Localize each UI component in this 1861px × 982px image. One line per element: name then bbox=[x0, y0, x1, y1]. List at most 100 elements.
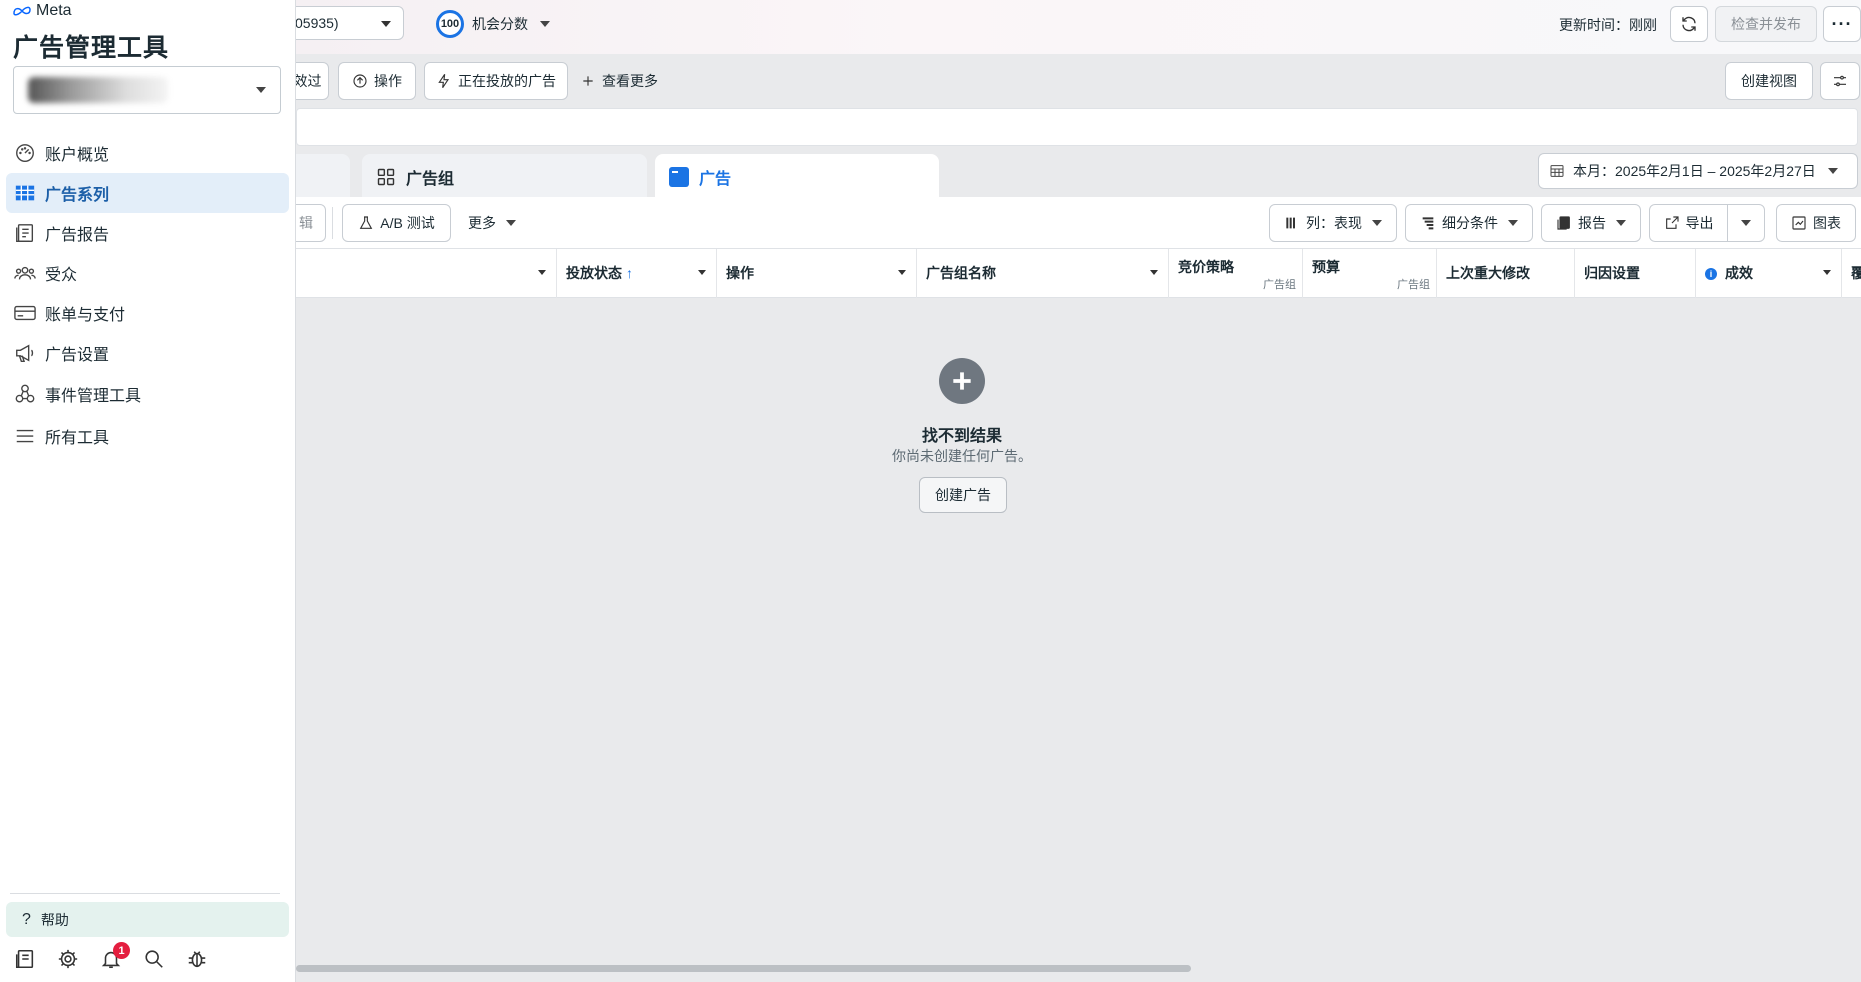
reports-button[interactable]: 报告 bbox=[1541, 204, 1641, 242]
sidebar-item-campaigns[interactable]: 广告系列 bbox=[6, 173, 289, 213]
filter-chip-label: 效过 bbox=[296, 73, 322, 89]
chevron-down-icon bbox=[381, 21, 391, 27]
notifications-bell-icon[interactable]: 1 bbox=[98, 942, 130, 972]
horizontal-scrollbar[interactable] bbox=[296, 965, 1191, 972]
sidebar-item-label: 账户概览 bbox=[45, 147, 110, 164]
see-more-label: 查看更多 bbox=[602, 73, 658, 89]
column-header-results[interactable]: i 成效 bbox=[1696, 249, 1842, 298]
update-time: 更新时间：刚刚 bbox=[1559, 17, 1657, 33]
settings-gear-icon[interactable] bbox=[55, 946, 81, 972]
report-icon bbox=[13, 221, 37, 245]
meta-logo[interactable]: Meta bbox=[12, 2, 72, 20]
column-header-attribution-setting[interactable]: 归因设置 bbox=[1575, 249, 1696, 298]
info-icon[interactable]: i bbox=[1705, 268, 1717, 280]
column-header-last-significant-edit[interactable]: 上次重大修改 bbox=[1437, 249, 1575, 298]
tab-label: 广告组 bbox=[406, 170, 455, 188]
ads-reporting-icon[interactable] bbox=[12, 946, 38, 972]
sidebar-item-all-tools[interactable]: 所有工具 bbox=[6, 415, 289, 457]
view-settings-button[interactable] bbox=[1820, 62, 1860, 100]
account-selector[interactable] bbox=[13, 66, 281, 114]
sidebar-item-label: 所有工具 bbox=[45, 430, 110, 447]
column-header-actions[interactable]: 操作 bbox=[717, 249, 917, 298]
add-circle-icon bbox=[939, 358, 985, 404]
edit-button-partial[interactable]: 辑 bbox=[296, 204, 326, 242]
sort-ascending-icon: ↑ bbox=[626, 265, 633, 281]
tab-campaigns-partial[interactable] bbox=[296, 154, 350, 199]
review-and-publish-button[interactable]: 检查并发布 bbox=[1715, 6, 1817, 42]
sidebar-item-account-overview[interactable]: 账户概览 bbox=[6, 133, 289, 173]
table-grid-icon bbox=[13, 181, 37, 205]
people-icon bbox=[13, 261, 37, 285]
events-icon bbox=[13, 382, 37, 406]
charts-button[interactable]: 图表 bbox=[1776, 204, 1856, 242]
column-label: 操作 bbox=[726, 265, 754, 281]
column-sublabel: 广告组 bbox=[1397, 279, 1430, 291]
column-label: 广告组名称 bbox=[926, 265, 996, 281]
more-actions-button[interactable]: 更多 bbox=[462, 204, 522, 242]
create-view-button[interactable]: 创建视图 bbox=[1725, 62, 1813, 100]
actions-filter-label: 操作 bbox=[374, 73, 402, 89]
ad-account-dropdown[interactable]: 05935) bbox=[296, 6, 404, 40]
columns-button[interactable]: 列：表现 bbox=[1269, 204, 1397, 242]
search-filter-bar[interactable] bbox=[296, 108, 1858, 146]
columns-label: 列：表现 bbox=[1306, 215, 1362, 231]
chevron-down-icon bbox=[698, 270, 706, 275]
chart-line-icon bbox=[1792, 216, 1806, 230]
sidebar-item-ad-settings[interactable]: 广告设置 bbox=[6, 333, 289, 373]
export-button[interactable]: 导出 bbox=[1649, 204, 1728, 242]
breakdown-button[interactable]: 细分条件 bbox=[1405, 204, 1533, 242]
export-label: 导出 bbox=[1685, 215, 1714, 231]
columns-icon bbox=[1286, 217, 1295, 229]
sidebar-item-billing[interactable]: 账单与支付 bbox=[6, 293, 289, 333]
notification-badge: 1 bbox=[113, 942, 130, 959]
chevron-down-icon bbox=[1372, 220, 1382, 226]
meta-infinity-icon bbox=[13, 6, 31, 16]
ab-test-button[interactable]: A/B 测试 bbox=[342, 204, 451, 242]
column-header-reach-partial[interactable]: 覆 bbox=[1842, 249, 1861, 298]
sidebar-item-help[interactable]: ? 帮助 bbox=[6, 902, 289, 937]
column-header-delivery[interactable]: 投放状态 ↑ bbox=[557, 249, 717, 298]
edit-label: 辑 bbox=[299, 215, 313, 231]
bug-report-icon[interactable] bbox=[184, 946, 210, 972]
top-bar: 05935) 100 机会分数 更新时间：刚刚 检查并发布 ··· bbox=[296, 0, 1861, 54]
charts-label: 图表 bbox=[1813, 215, 1841, 231]
column-header-budget[interactable]: 预算 广告组 bbox=[1303, 249, 1437, 298]
search-icon[interactable] bbox=[141, 946, 167, 972]
column-label: 预算 bbox=[1312, 259, 1340, 275]
column-header-ad-set-name[interactable]: 广告组名称 bbox=[917, 249, 1169, 298]
upload-circle-icon bbox=[353, 74, 367, 88]
ab-test-label: A/B 测试 bbox=[380, 215, 435, 231]
date-range-picker[interactable]: 本月：2025年2月1日 – 2025年2月27日 bbox=[1538, 153, 1858, 189]
sidebar-item-label: 账单与支付 bbox=[45, 307, 126, 324]
sliders-icon bbox=[1834, 75, 1846, 87]
opportunity-score-ring: 100 bbox=[436, 10, 464, 38]
actions-filter-button[interactable]: 操作 bbox=[338, 62, 416, 100]
app-title: 广告管理工具 bbox=[13, 34, 170, 62]
filter-chip-partial[interactable]: 效过 bbox=[296, 62, 329, 100]
export-dropdown-button[interactable] bbox=[1727, 204, 1765, 242]
sidebar-item-ad-reports[interactable]: 广告报告 bbox=[6, 213, 289, 253]
question-mark-icon: ? bbox=[22, 910, 31, 928]
tab-ad-sets[interactable]: 广告组 bbox=[362, 154, 647, 199]
chevron-down-icon bbox=[1823, 270, 1831, 275]
refresh-button[interactable] bbox=[1670, 6, 1708, 42]
column-sublabel: 广告组 bbox=[1263, 279, 1296, 291]
column-label: 投放状态 bbox=[566, 265, 622, 281]
see-more-button[interactable]: 查看更多 bbox=[574, 62, 664, 100]
plus-icon bbox=[583, 76, 593, 86]
column-header-bid-strategy[interactable]: 竞价策略 广告组 bbox=[1169, 249, 1303, 298]
more-actions-label: 更多 bbox=[468, 215, 496, 231]
ad-account-id: 05935) bbox=[296, 15, 339, 31]
tab-ads[interactable]: 广告 bbox=[655, 154, 939, 199]
more-options-button[interactable]: ··· bbox=[1823, 6, 1861, 42]
sidebar-item-audiences[interactable]: 受众 bbox=[6, 253, 289, 293]
toolbar-divider bbox=[332, 207, 333, 239]
opportunity-score[interactable]: 100 机会分数 bbox=[436, 10, 550, 38]
create-ad-button[interactable]: 创建广告 bbox=[919, 477, 1007, 513]
chevron-down-icon bbox=[1150, 270, 1158, 275]
sidebar-item-events-manager[interactable]: 事件管理工具 bbox=[6, 373, 289, 415]
active-ads-filter-button[interactable]: 正在投放的广告 bbox=[424, 62, 568, 100]
column-header-ad-name[interactable] bbox=[296, 249, 557, 298]
empty-state: 找不到结果 你尚未创建任何广告。 创建广告 bbox=[296, 298, 1628, 948]
chevron-down-icon bbox=[898, 270, 906, 275]
